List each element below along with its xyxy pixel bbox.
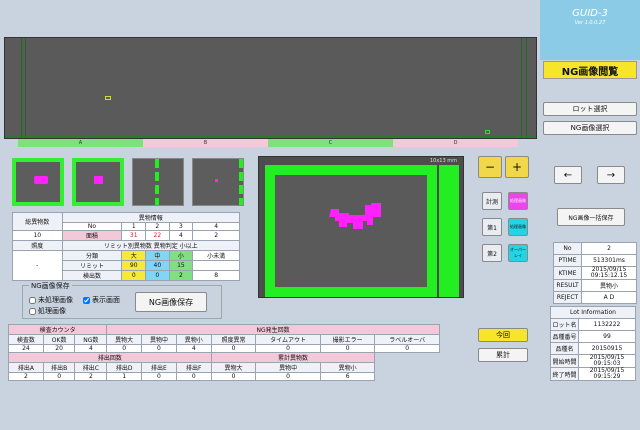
- processed-checkbox[interactable]: 処理画像: [29, 306, 66, 316]
- zoom-out-button[interactable]: −: [478, 156, 502, 178]
- app-version: Ver 1.0.0.27: [574, 20, 606, 26]
- first-button[interactable]: 第1: [482, 218, 502, 236]
- foreign-header: 異物情報: [61, 212, 241, 223]
- foreign-info-table: 総異物数 異物情報 No 1 2 3 4 10 面積 31 22 4 2 照度 …: [12, 212, 241, 281]
- count-value: 10: [12, 230, 63, 241]
- ng-image-frame: [265, 165, 437, 297]
- app-title: GUID-3: [572, 8, 608, 19]
- zone-d: D: [393, 139, 518, 147]
- defect-line: [239, 159, 243, 205]
- ng-thumbnail[interactable]: [72, 158, 124, 206]
- bulk-save-button[interactable]: NG画像一括保存: [557, 208, 625, 226]
- prev-button[interactable]: ←: [554, 166, 582, 184]
- count-label: 総異物数: [12, 212, 63, 231]
- lane-line: [5, 136, 536, 137]
- zone-bar: A B C D: [18, 139, 518, 147]
- ng-thumbnail[interactable]: [192, 158, 244, 206]
- defect-blob: [34, 176, 48, 184]
- zoom-in-button[interactable]: +: [505, 156, 529, 178]
- ng-save-title: NG画像保存: [29, 281, 72, 291]
- ng-thumbnail[interactable]: [132, 158, 184, 206]
- lane-bar: [439, 165, 459, 297]
- zone-c: C: [268, 139, 393, 147]
- cumulative-button[interactable]: 累計: [478, 348, 528, 362]
- overlay-toggle[interactable]: オーバーレイ: [508, 244, 528, 262]
- defect-blob: [94, 176, 103, 184]
- ng-image-select-button[interactable]: NG画像選択: [543, 121, 637, 135]
- lane-line: [521, 38, 522, 138]
- measure-button[interactable]: 計測: [482, 192, 502, 210]
- defect-marker[interactable]: [485, 130, 490, 134]
- next-button[interactable]: →: [597, 166, 625, 184]
- unprocessed-checkbox[interactable]: 未処理画像: [29, 295, 73, 305]
- sub-process-toggle[interactable]: 処理画像: [508, 218, 528, 236]
- counter-table: 検査カウンタ NG発生回数 検査数 OK数 NG数 異物大 異物中 異物小 照度…: [7, 324, 440, 381]
- defect-shape: [329, 203, 381, 229]
- ng-image-view[interactable]: 10x13 mm: [258, 156, 464, 298]
- app-header: GUID-3 Ver 1.0.0.27: [540, 0, 640, 60]
- lane-line: [526, 38, 527, 138]
- defect-blob: [215, 179, 218, 182]
- result-info-table: No 2 PTIME 513301ms KTIME 2015/09/15 09:15:…: [553, 242, 637, 304]
- inspection-strip-image: [4, 37, 537, 139]
- zone-a: A: [18, 139, 143, 147]
- process-toggle[interactable]: 処理画像: [508, 192, 528, 210]
- second-button[interactable]: 第2: [482, 244, 502, 262]
- lot-select-button[interactable]: ロット選択: [543, 102, 637, 116]
- screen-title: NG画像閲覧: [543, 61, 637, 79]
- defect-line: [155, 159, 159, 205]
- lane-line: [25, 38, 26, 138]
- show-screen-checkbox[interactable]: 表示画面: [83, 295, 120, 305]
- scale-label: 10x13 mm: [429, 158, 457, 164]
- today-button[interactable]: 今回: [478, 328, 528, 342]
- defect-marker[interactable]: [105, 96, 111, 100]
- ng-save-group: NG画像保存 未処理画像 表示画面 処理画像 NG画像保存: [22, 281, 222, 319]
- lot-info-table: Lot Information ロット名 1132222 品種番号 99 品種名 20…: [550, 306, 636, 381]
- lane-line: [21, 38, 22, 138]
- ng-thumbnail[interactable]: [12, 158, 64, 206]
- ng-save-button[interactable]: NG画像保存: [135, 292, 207, 312]
- zone-b: B: [143, 139, 268, 147]
